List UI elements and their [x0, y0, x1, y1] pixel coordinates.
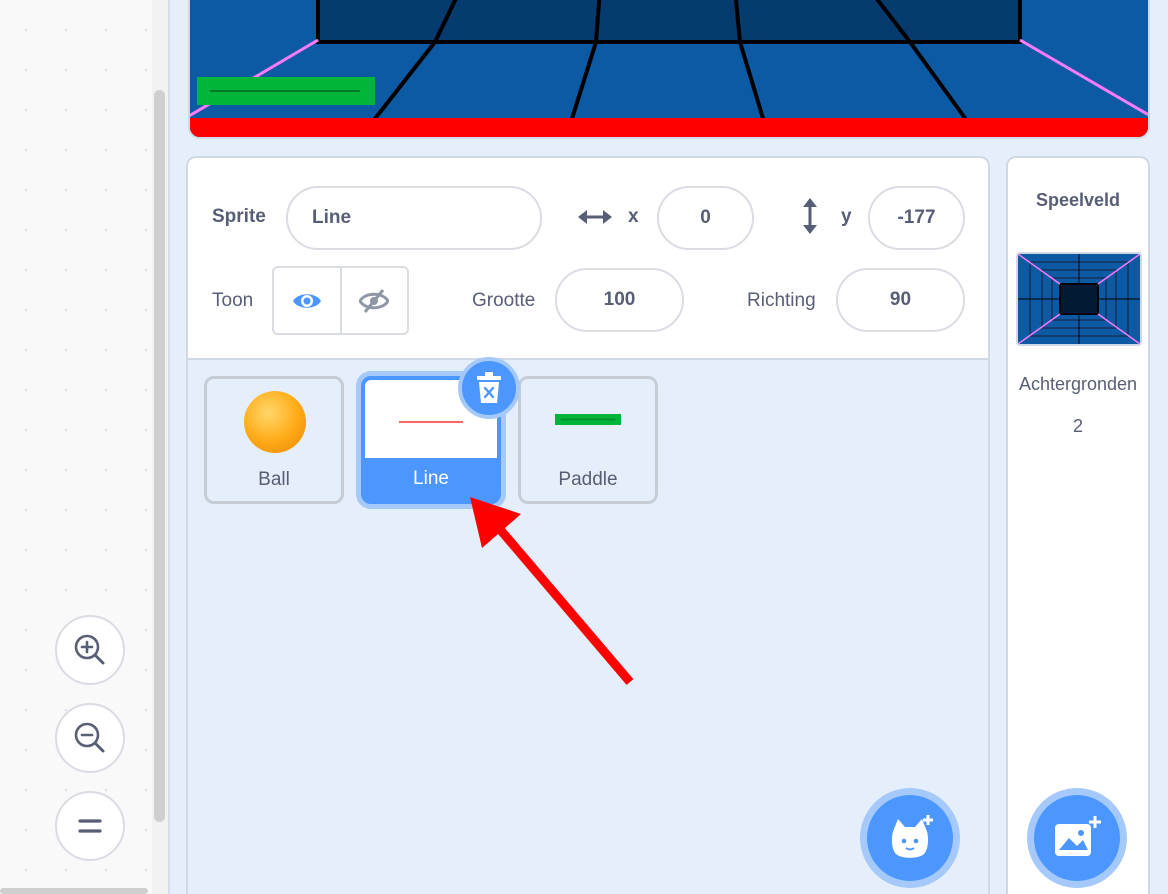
eye-icon — [292, 293, 321, 308]
stage[interactable] — [188, 0, 1150, 139]
add-sprite-button[interactable] — [860, 788, 960, 888]
direction-value: 90 — [889, 289, 912, 310]
panel-divider — [168, 0, 170, 894]
direction-input[interactable]: 90 — [836, 268, 965, 332]
x-position-icon — [578, 210, 612, 224]
line-thumbnail — [399, 421, 463, 423]
sprite-tile-label: Line — [365, 458, 497, 500]
sprite-name-label: Sprite — [212, 206, 266, 227]
hide-button[interactable] — [339, 268, 407, 333]
y-label: y — [841, 206, 852, 227]
zoom-reset-icon — [78, 819, 102, 833]
x-label: x — [628, 206, 639, 227]
sprite-tile-ball[interactable]: Ball — [204, 376, 344, 504]
stage-title: Speelveld — [1035, 190, 1121, 210]
sprite-tile-label: Paddle — [558, 469, 618, 490]
code-scrollbar[interactable] — [154, 90, 165, 822]
show-label: Toon — [212, 290, 254, 311]
add-backdrop-button[interactable] — [1027, 788, 1127, 888]
zoom-reset-button[interactable] — [55, 791, 125, 861]
cat-plus-icon — [891, 815, 933, 858]
size-value: 100 — [603, 289, 636, 310]
show-button[interactable] — [274, 268, 340, 333]
zoom-in-icon — [74, 634, 105, 665]
y-value: -177 — [897, 207, 936, 228]
x-input[interactable]: 0 — [657, 186, 754, 250]
zoom-out-button[interactable] — [55, 703, 125, 773]
ball-thumbnail — [244, 391, 306, 453]
sprite-tile-label: Ball — [258, 469, 290, 490]
backdrop-thumbnail — [1018, 254, 1140, 344]
code-horizontal-scrollbar[interactable] — [0, 888, 148, 894]
trash-icon — [477, 372, 501, 403]
eye-slash-icon — [359, 288, 390, 313]
y-position-icon — [803, 198, 817, 234]
x-value: 0 — [700, 207, 711, 228]
size-input[interactable]: 100 — [555, 268, 684, 332]
backdrops-count: 2 — [1072, 416, 1083, 436]
zoom-in-button[interactable] — [55, 615, 125, 685]
stage-selector[interactable]: Speelveld Achtergronden 2 — [1006, 156, 1150, 894]
delete-sprite-button[interactable] — [458, 357, 520, 419]
zoom-out-icon — [74, 722, 105, 753]
sprite-name-value: Line — [312, 207, 352, 228]
show-toggle — [272, 266, 409, 335]
paddle-thumbnail — [555, 414, 621, 425]
y-input[interactable]: -177 — [868, 186, 965, 250]
sprite-pane: Sprite Line x 0 y -177 Toon Grootte 100 … — [186, 156, 990, 894]
sprite-info: Sprite Line x 0 y -177 Toon Grootte 100 … — [188, 158, 988, 360]
image-plus-icon — [1055, 816, 1101, 856]
stage-backdrop — [190, 0, 1148, 137]
direction-label: Richting — [747, 290, 816, 311]
sprite-tile-paddle[interactable]: Paddle — [518, 376, 658, 504]
sprite-name-input[interactable]: Line — [286, 186, 542, 250]
size-label: Grootte — [472, 290, 536, 311]
backdrops-label: Achtergronden — [1018, 374, 1138, 394]
stage-thumbnail[interactable] — [1016, 252, 1142, 346]
